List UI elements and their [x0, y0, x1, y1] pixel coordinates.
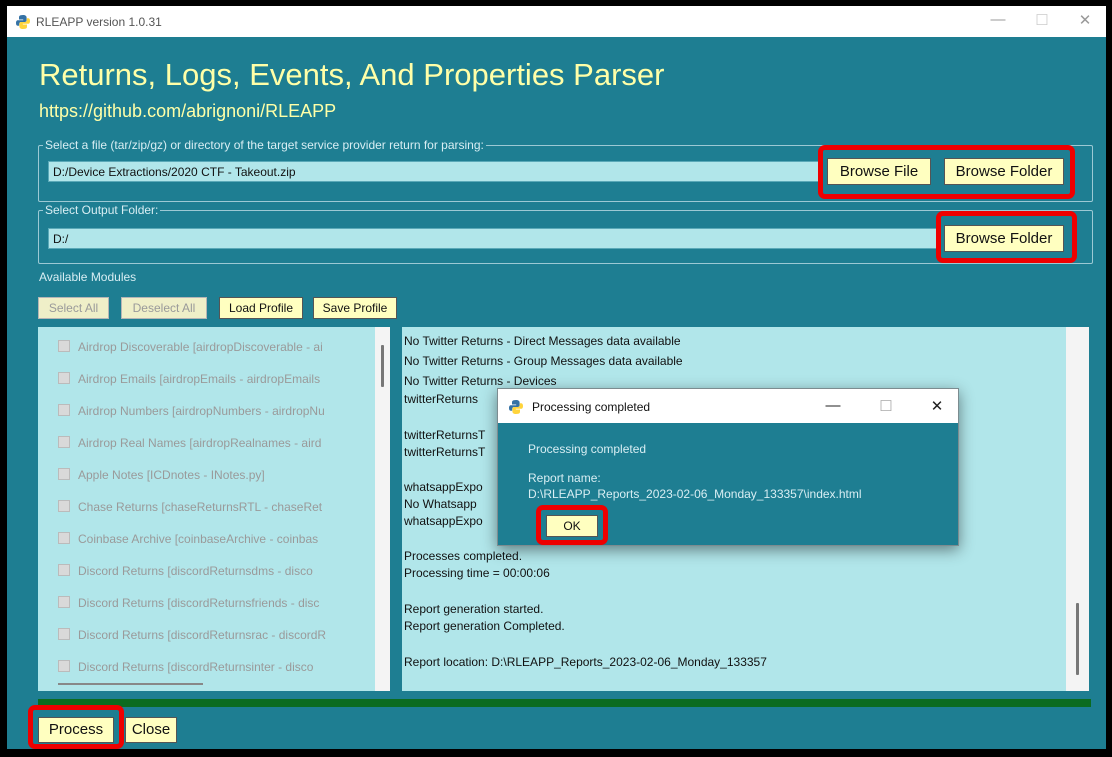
minimize-button[interactable]: — [988, 11, 1008, 28]
horizontal-scrollbar[interactable] [58, 683, 203, 685]
save-profile-button[interactable]: Save Profile [313, 297, 397, 319]
deselect-all-button[interactable]: Deselect All [121, 297, 207, 319]
module-item[interactable]: Discord Returns [discordReturnsdms - dis… [58, 564, 313, 580]
module-item[interactable]: Discord Returns [discordReturnsrac - dis… [58, 628, 326, 644]
log-line: No Twitter Returns - Group Messages data… [404, 354, 683, 368]
progress-fill [38, 699, 1091, 707]
log-line: Report generation Completed. [404, 619, 565, 633]
input-path-field[interactable]: D:/Device Extractions/2020 CTF - Takeout… [48, 161, 823, 182]
module-item[interactable]: Apple Notes [ICDnotes - INotes.py] [58, 468, 265, 484]
module-item[interactable]: Chase Returns [chaseReturnsRTL - chaseRe… [58, 500, 322, 516]
app-window: RLEAPP version 1.0.31 — ☐ ✕ Returns, Log… [7, 6, 1106, 749]
checkbox[interactable] [58, 660, 70, 672]
scrollbar-thumb[interactable] [381, 345, 384, 387]
module-item[interactable]: Discord Returns [discordReturnsinter - d… [58, 660, 313, 676]
processing-completed-dialog: Processing completed — ☐ ✕ Processing co… [497, 388, 959, 546]
highlight-box [28, 705, 124, 749]
dialog-minimize-button[interactable]: — [823, 397, 843, 414]
title-bar: RLEAPP version 1.0.31 — ☐ ✕ [7, 6, 1106, 37]
module-item[interactable]: Airdrop Discoverable [airdropDiscoverabl… [58, 340, 323, 356]
log-line: whatsappExpo [404, 514, 483, 528]
module-label: Airdrop Numbers [airdropNumbers - airdro… [78, 404, 325, 418]
dialog-message: Processing completed [528, 442, 647, 456]
checkbox[interactable] [58, 564, 70, 576]
checkbox[interactable] [58, 404, 70, 416]
module-item[interactable]: Airdrop Numbers [airdropNumbers - airdro… [58, 404, 325, 420]
log-line: Processes completed. [404, 549, 523, 563]
project-url: https://github.com/abrignoni/RLEAPP [39, 101, 337, 121]
checkbox[interactable] [58, 596, 70, 608]
module-label: Discord Returns [discordReturnsrac - dis… [78, 628, 327, 642]
checkbox[interactable] [58, 372, 70, 384]
close-button[interactable]: Close [125, 717, 177, 743]
maximize-button[interactable]: ☐ [1032, 11, 1052, 29]
checkbox[interactable] [58, 500, 70, 512]
dialog-maximize-button[interactable]: ☐ [876, 397, 896, 415]
log-line: twitterReturnsT [404, 428, 486, 442]
log-line: No Twitter Returns - Direct Messages dat… [404, 334, 681, 348]
checkbox[interactable] [58, 532, 70, 544]
module-item[interactable]: Coinbase Archive [coinbaseArchive - coin… [58, 532, 318, 548]
log-line: Report location: D:\RLEAPP_Reports_2023-… [404, 655, 767, 669]
available-modules-label: Available Modules [39, 270, 137, 284]
module-label: Apple Notes [ICDnotes - INotes.py] [78, 468, 265, 482]
log-line: No Twitter Returns - Devices [404, 374, 557, 388]
dialog-close-button[interactable]: ✕ [927, 397, 947, 415]
log-line: twitterReturnsT [404, 445, 486, 459]
module-label: Airdrop Emails [airdropEmails - airdropE… [78, 372, 321, 386]
highlight-box [818, 145, 1075, 199]
window-title: RLEAPP version 1.0.31 [36, 15, 162, 29]
log-line: Report generation started. [404, 602, 544, 616]
app-title: Returns, Logs, Events, And Properties Pa… [39, 57, 665, 92]
checkbox[interactable] [58, 628, 70, 640]
log-vertical-scrollbar[interactable] [1066, 327, 1089, 691]
report-name-label: Report name: [528, 471, 601, 485]
checkbox[interactable] [58, 340, 70, 352]
python-icon [509, 400, 523, 414]
progress-bar [38, 699, 1091, 707]
report-path: D:\RLEAPP_Reports_2023-02-06_Monday_1333… [528, 487, 862, 501]
log-line: whatsappExpo [404, 480, 483, 494]
log-line: twitterReturns [404, 392, 479, 406]
python-icon [16, 15, 30, 29]
highlight-box [536, 505, 608, 545]
select-all-button[interactable]: Select All [38, 297, 109, 319]
modules-vertical-scrollbar[interactable] [375, 327, 390, 691]
checkbox[interactable] [58, 468, 70, 480]
module-label: Airdrop Discoverable [airdropDiscoverabl… [78, 340, 323, 354]
module-label: Discord Returns [discordReturnsdms - dis… [78, 564, 313, 578]
load-profile-button[interactable]: Load Profile [219, 297, 303, 319]
output-path-field[interactable]: D:/ [48, 228, 938, 249]
module-label: Airdrop Real Names [airdropRealnames - a… [78, 436, 322, 450]
close-window-button[interactable]: ✕ [1075, 11, 1095, 29]
module-label: Discord Returns [discordReturnsinter - d… [78, 660, 314, 674]
module-item[interactable]: Airdrop Emails [airdropEmails - airdropE… [58, 372, 320, 388]
output-legend: Select Output Folder: [43, 203, 161, 217]
module-item[interactable]: Airdrop Real Names [airdropRealnames - a… [58, 436, 321, 452]
dialog-title: Processing completed [532, 400, 651, 414]
log-line: Processing time = 00:00:06 [404, 566, 550, 580]
dialog-title-bar: Processing completed — ☐ ✕ [498, 389, 958, 423]
input-legend: Select a file (tar/zip/gz) or directory … [43, 138, 486, 152]
scrollbar-thumb[interactable] [1076, 603, 1079, 675]
module-item[interactable]: Discord Returns [discordReturnsfriends -… [58, 596, 319, 612]
checkbox[interactable] [58, 436, 70, 448]
modules-list: Airdrop Discoverable [airdropDiscoverabl… [38, 327, 375, 691]
module-label: Chase Returns [chaseReturnsRTL - chaseRe… [78, 500, 323, 514]
module-label: Coinbase Archive [coinbaseArchive - coin… [78, 532, 319, 546]
module-label: Discord Returns [discordReturnsfriends -… [78, 596, 320, 610]
log-line: No Whatsapp [404, 497, 477, 511]
highlight-box [936, 211, 1077, 263]
